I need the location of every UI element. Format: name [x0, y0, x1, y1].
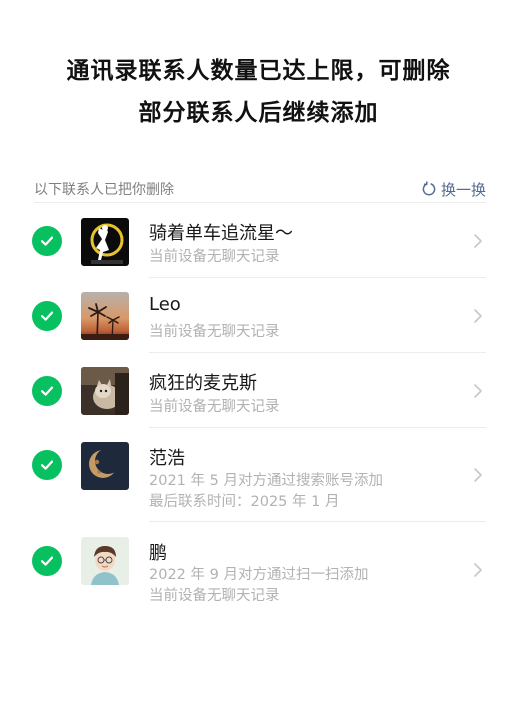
chevron-right-icon: [474, 468, 482, 482]
contact-subtitle: 2022 年 9 月对方通过扫一扫添加: [149, 567, 369, 583]
contact-row[interactable]: 范浩 2021 年 5 月对方通过搜索账号添加 最后联系时间：2025 年 1 …: [0, 428, 517, 522]
refresh-label: 换一换: [440, 180, 486, 199]
contact-row[interactable]: Leo 当前设备无聊天记录: [0, 278, 517, 353]
avatar: [81, 367, 129, 415]
chevron-right-icon: [474, 384, 482, 398]
contact-subtitle: 当前设备无聊天记录: [149, 399, 280, 415]
chevron-right-icon: [474, 234, 482, 248]
page-title-line1: 通讯录联系人数量已达上限，可删除: [66, 58, 451, 84]
contact-subtitle-2: 当前设备无聊天记录: [149, 588, 280, 604]
contact-subtitle-2: 最后联系时间：2025 年 1 月: [149, 494, 340, 510]
check-icon[interactable]: [32, 546, 62, 576]
avatar: [81, 218, 129, 266]
refresh-icon: [422, 181, 436, 196]
contact-name: 范浩: [149, 448, 185, 469]
check-icon[interactable]: [32, 301, 62, 331]
page-title: 通讯录联系人数量已达上限，可删除 部分联系人后继续添加: [0, 50, 517, 134]
check-icon[interactable]: [32, 376, 62, 406]
contact-subtitle: 当前设备无聊天记录: [149, 249, 280, 265]
contact-subtitle: 2021 年 5 月对方通过搜索账号添加: [149, 473, 383, 489]
contact-row[interactable]: 骑着单车追流星～ 当前设备无聊天记录: [0, 203, 517, 278]
contact-subtitle: 当前设备无聊天记录: [149, 324, 280, 340]
avatar: [81, 537, 129, 585]
chevron-right-icon: [474, 563, 482, 577]
page-title-line2: 部分联系人后继续添加: [138, 100, 379, 126]
contact-row[interactable]: 疯狂的麦克斯 当前设备无聊天记录: [0, 353, 517, 428]
avatar: [81, 292, 129, 340]
refresh-button[interactable]: 换一换: [421, 179, 486, 200]
avatar: [81, 442, 129, 490]
contact-name: 骑着单车追流星～: [149, 223, 293, 244]
contact-name: 鹏: [149, 543, 167, 564]
contact-name: 疯狂的麦克斯: [149, 373, 257, 394]
contact-name: Leo: [149, 294, 181, 315]
section-header: 以下联系人已把你删除 换一换: [34, 176, 486, 202]
check-icon[interactable]: [32, 450, 62, 480]
chevron-right-icon: [474, 309, 482, 323]
section-label: 以下联系人已把你删除: [34, 182, 174, 198]
check-icon[interactable]: [32, 226, 62, 256]
contact-row[interactable]: 鹏 2022 年 9 月对方通过扫一扫添加 当前设备无聊天记录: [0, 522, 517, 616]
